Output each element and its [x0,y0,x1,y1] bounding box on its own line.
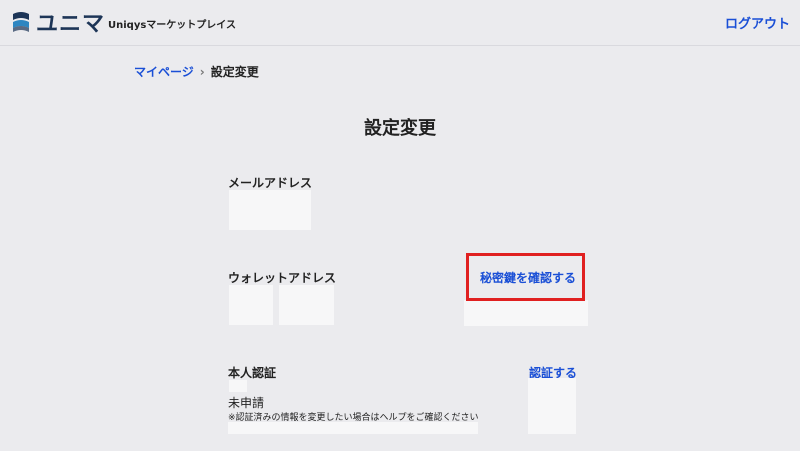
wallet-address-label: ウォレットアドレス [228,271,337,285]
logout-link[interactable]: ログアウト [725,13,790,32]
wallet-action-redacted [464,300,588,326]
identity-action-redacted [528,378,576,434]
identity-note-redacted [228,422,478,434]
breadcrumb-current: 設定変更 [210,65,259,79]
email-value-redacted [229,190,311,230]
identity-help-note: ※認証済みの情報を変更したい場合はヘルプをご確認ください [228,413,479,423]
marketplace-name: Uniqysマーケットプレイス [108,20,236,31]
breadcrumb-separator-icon: › [199,64,205,79]
logo-icon [13,12,29,32]
page-title: 設定変更 [364,118,436,139]
identity-verification-label: 本人認証 [228,366,277,380]
identity-status: 未申請 [228,396,265,410]
wallet-value-redacted-1 [229,285,273,325]
email-label: メールアドレス [228,176,313,190]
breadcrumb: マイページ › 設定変更 [134,63,259,80]
logo[interactable]: ユニマ [10,8,106,37]
view-private-key-link[interactable]: 秘密鍵を確認する [480,269,576,286]
header: ユニマ Uniqysマーケットプレイス ログアウト [0,0,800,46]
identity-value-redacted [229,380,247,392]
breadcrumb-mypage-link[interactable]: マイページ [134,63,194,80]
wallet-value-redacted-2 [279,285,334,325]
logo-text: ユニマ [36,12,106,37]
